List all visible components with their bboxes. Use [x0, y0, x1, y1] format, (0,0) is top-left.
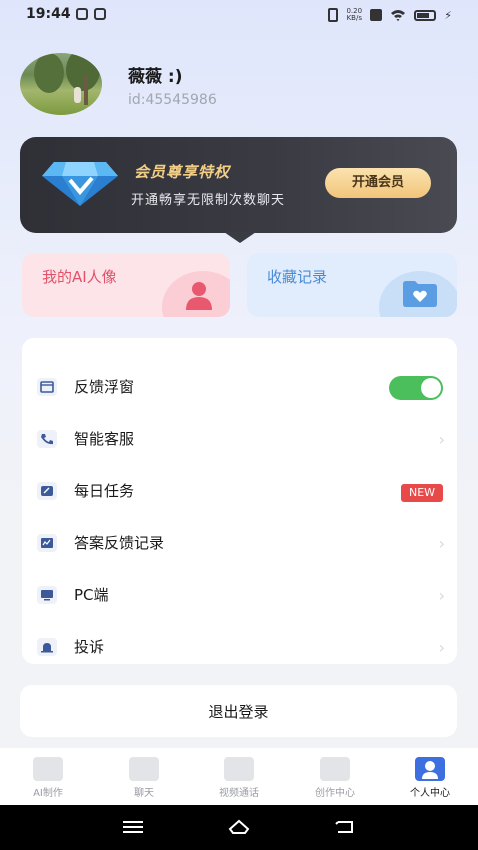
vibrate-icon — [328, 8, 339, 22]
logout-button[interactable]: 退出登录 — [20, 685, 457, 737]
tiktok-icon — [94, 8, 106, 20]
chevron-right-icon: › — [438, 638, 445, 657]
menu-item-pc[interactable]: PC端 › — [22, 568, 457, 620]
battery-icon — [414, 9, 437, 21]
my-ai-portrait-card[interactable]: 我的AI人像 — [22, 253, 230, 317]
home-icon[interactable] — [228, 818, 250, 836]
alarm-icon — [37, 638, 57, 656]
charging-icon: ⚡ — [444, 8, 452, 22]
menu-label: 反馈浮窗 — [74, 378, 135, 396]
settings-menu: 反馈浮窗 智能客服 › 每日任务 NEW 答案反馈记录 › PC端 › 投诉 › — [22, 338, 457, 664]
sync-icon — [76, 8, 88, 20]
vip-subtitle: 开通畅享无限制次数聊天 — [131, 193, 286, 208]
back-icon[interactable] — [334, 818, 356, 836]
menu-item-complaint[interactable]: 投诉 › — [22, 620, 457, 664]
task-icon — [37, 482, 57, 500]
record-icon — [37, 534, 57, 552]
new-badge: NEW — [401, 484, 443, 502]
user-id: id:45545986 — [128, 92, 217, 108]
logout-label: 退出登录 — [208, 703, 269, 721]
menu-label: 投诉 — [74, 638, 105, 656]
phone-icon — [37, 430, 57, 448]
username: 薇薇 :) — [128, 67, 183, 87]
menu-item-smart-service[interactable]: 智能客服 › — [22, 412, 457, 464]
chevron-right-icon: › — [438, 534, 445, 553]
chevron-right-icon: › — [438, 430, 445, 449]
tab-label: AI制作 — [33, 788, 63, 799]
monitor-icon — [37, 586, 57, 604]
bottom-nav: AI制作 聊天 视频通话 创作中心 个人中心 — [0, 748, 478, 805]
card-label: 我的AI人像 — [42, 268, 117, 286]
tab-label: 个人中心 — [410, 788, 450, 799]
ai-icon — [33, 757, 63, 781]
tab-label: 创作中心 — [315, 788, 355, 799]
status-time: 19:44 — [26, 6, 71, 22]
tab-label: 视频通话 — [219, 788, 259, 799]
vip-pointer — [224, 232, 256, 243]
feedback-window-toggle[interactable] — [389, 376, 443, 400]
tab-ai-create[interactable]: AI制作 — [0, 748, 96, 805]
tab-creation-center[interactable]: 创作中心 — [287, 748, 383, 805]
card-label: 收藏记录 — [267, 268, 328, 286]
tab-chat[interactable]: 聊天 — [96, 748, 192, 805]
system-nav-bar — [0, 805, 478, 850]
tab-profile[interactable]: 个人中心 — [382, 748, 478, 805]
status-bar: 19:44 0.20 KB/s ⚡ — [0, 0, 478, 30]
window-icon — [37, 378, 57, 396]
net-speed: 0.20 KB/s — [346, 7, 363, 22]
menu-label: 智能客服 — [74, 430, 135, 448]
folder-heart-icon — [403, 281, 437, 307]
menu-item-daily-task[interactable]: 每日任务 NEW — [22, 464, 457, 516]
diamond-icon — [42, 162, 118, 206]
wifi-icon — [391, 10, 406, 21]
menu-label: 每日任务 — [74, 482, 135, 500]
edit-icon — [320, 757, 350, 781]
avatar[interactable] — [20, 53, 102, 115]
menu-item-feedback-window[interactable]: 反馈浮窗 — [22, 360, 457, 412]
tab-label: 聊天 — [134, 788, 154, 799]
person-icon — [186, 282, 212, 310]
chat-icon — [129, 757, 159, 781]
open-vip-button[interactable]: 开通会员 — [325, 168, 431, 198]
chevron-right-icon: › — [438, 586, 445, 605]
menu-label: 答案反馈记录 — [74, 534, 165, 552]
profile-icon — [415, 757, 445, 781]
menu-label: PC端 — [74, 586, 109, 604]
notification-icons — [76, 8, 106, 20]
menu-item-feedback-record[interactable]: 答案反馈记录 › — [22, 516, 457, 568]
sim-icon — [370, 9, 383, 21]
vip-title: 会员尊享特权 — [134, 163, 231, 181]
favorites-card[interactable]: 收藏记录 — [247, 253, 457, 317]
video-icon — [224, 757, 254, 781]
tab-video-call[interactable]: 视频通话 — [191, 748, 287, 805]
menu-icon[interactable] — [122, 818, 144, 836]
status-right-icons: 0.20 KB/s ⚡ — [328, 8, 452, 22]
